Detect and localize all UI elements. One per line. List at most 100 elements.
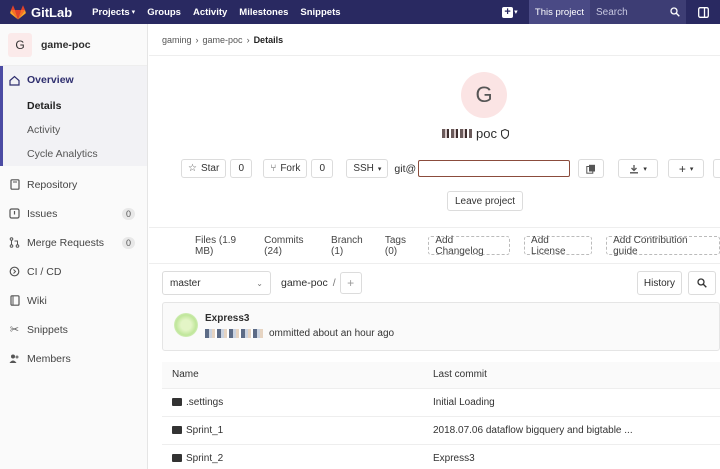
table-row[interactable]: .settings Initial Loading	[162, 388, 720, 417]
sidebar-toggle-button[interactable]	[686, 6, 720, 18]
file-name-cell[interactable]: Sprint_1	[162, 416, 423, 445]
tree-path-root[interactable]: game-poc	[281, 277, 328, 289]
redacted-text	[205, 329, 263, 338]
notification-dropdown-button[interactable]	[713, 159, 720, 178]
clone-url-prefix: git@	[394, 162, 417, 175]
nav-groups[interactable]: Groups	[147, 7, 181, 18]
chevron-down-icon: ▾	[514, 9, 518, 16]
clone-url-input[interactable]	[418, 160, 571, 177]
fork-button[interactable]: ⑂ Fork	[263, 159, 308, 178]
breadcrumb-group-link[interactable]: gaming	[162, 35, 192, 45]
star-button[interactable]: ☆ Star	[181, 159, 227, 178]
download-icon	[630, 164, 639, 174]
sidebar-item-ci-cd[interactable]: CI / CD	[0, 257, 147, 286]
tags-link[interactable]: Tags (0)	[385, 235, 420, 257]
sidebar-subitem-details[interactable]: Details	[3, 94, 147, 118]
search-icon	[670, 7, 680, 17]
new-dropdown-button[interactable]: + ▾	[495, 0, 525, 24]
search-form: This project Search	[528, 0, 686, 24]
file-tree-table: Name Last commit .settings Initial Loadi…	[162, 362, 720, 469]
chevron-down-icon: ▾	[377, 165, 382, 173]
commit-author-avatar[interactable]	[174, 313, 198, 337]
search-icon	[697, 278, 707, 288]
search-placeholder: Search	[596, 6, 628, 18]
merge-request-icon	[9, 237, 20, 248]
sidebar-item-issues[interactable]: Issues 0	[0, 199, 147, 228]
plus-icon: +	[347, 276, 355, 290]
sidebar-project-header[interactable]: G game-poc	[0, 24, 147, 66]
commits-link[interactable]: Commits (24)	[264, 235, 323, 257]
table-header-row: Name Last commit	[162, 362, 720, 389]
table-row[interactable]: Sprint_1 2018.07.06 dataflow bigquery an…	[162, 416, 720, 445]
copy-url-button[interactable]	[578, 159, 605, 178]
sidebar-item-merge-requests[interactable]: Merge Requests 0	[0, 228, 147, 257]
sidebar-item-members[interactable]: Members	[0, 344, 147, 373]
download-dropdown-button[interactable]: ▾	[618, 159, 659, 178]
top-navbar: GitLab Projects ▾ Groups Activity Milesto…	[0, 0, 720, 24]
project-avatar: G	[8, 32, 32, 57]
chevron-down-icon: ▾	[643, 165, 647, 173]
star-icon: ☆	[188, 163, 197, 174]
project-stats-bar: Files (1.9 MB) Commits (24) Branch (1) T…	[149, 227, 720, 264]
last-commit-cell[interactable]: Initial Loading	[423, 388, 720, 417]
path-separator: /	[332, 277, 336, 289]
files-link[interactable]: Files (1.9 MB)	[195, 235, 256, 257]
scissors-icon: ✂	[9, 324, 20, 336]
star-count[interactable]: 0	[230, 159, 253, 178]
plus-square-icon: +	[502, 6, 514, 18]
leave-project-button[interactable]: Leave project	[447, 191, 524, 211]
sidebar-subitem-activity[interactable]: Activity	[3, 118, 147, 142]
last-commit-panel: Express3 ommitted about an hour ago	[162, 302, 720, 351]
nav-milestones[interactable]: Milestones	[239, 7, 288, 18]
nav-snippets[interactable]: Snippets	[300, 7, 340, 18]
users-icon	[9, 353, 20, 364]
copy-icon	[586, 164, 596, 174]
fork-count[interactable]: 0	[311, 159, 334, 178]
chevron-down-icon: ▾	[131, 9, 136, 16]
sidebar-icon	[697, 6, 709, 18]
search-scope-badge[interactable]: This project	[528, 0, 590, 24]
rocket-icon	[9, 266, 20, 277]
sidebar-item-overview[interactable]: Overview	[3, 66, 147, 94]
file-name-cell[interactable]: .settings	[162, 388, 423, 417]
sidebar-item-repository[interactable]: Repository	[0, 170, 147, 199]
nav-activity[interactable]: Activity	[193, 7, 227, 18]
chevron-down-icon: ▾	[689, 165, 694, 173]
clone-protocol-dropdown[interactable]: SSH ▾	[346, 159, 389, 178]
gitlab-home-link[interactable]: GitLab	[10, 5, 72, 20]
last-commit-cell[interactable]: 2018.07.06 dataflow bigquery and bigtabl…	[423, 416, 720, 445]
app-name: GitLab	[31, 4, 73, 20]
main-nav: Projects ▾ Groups Activity Milestones Sni…	[92, 7, 340, 18]
breadcrumb-current: Details	[253, 34, 284, 45]
branches-link[interactable]: Branch (1)	[331, 235, 377, 257]
folder-icon	[172, 397, 182, 406]
commit-time: ommitted about an hour ago	[269, 328, 395, 339]
last-commit-cell[interactable]: Express3	[423, 444, 720, 469]
sidebar-subitem-cycle-analytics[interactable]: Cycle Analytics	[3, 142, 147, 166]
add-to-tree-button[interactable]: +	[339, 272, 362, 294]
project-actions: ☆ Star 0 ⑂ Fork 0 SSH ▾ git@ ▾ + ▾	[181, 159, 720, 178]
nav-right: + ▾ This project Search	[495, 0, 720, 24]
sidebar-project-name: game-poc	[41, 38, 91, 51]
gitlab-logo-icon	[10, 4, 26, 19]
branch-select[interactable]: master ⌄	[162, 271, 271, 295]
merge-requests-count-badge: 0	[121, 236, 135, 249]
sidebar-item-wiki[interactable]: Wiki	[0, 286, 147, 315]
nav-projects[interactable]: Projects ▾	[92, 7, 135, 18]
add-contribution-guide-button[interactable]: Add Contribution guide	[606, 235, 720, 257]
add-dropdown-button[interactable]: + ▾	[668, 159, 705, 178]
commit-title[interactable]: Express3	[205, 313, 249, 324]
breadcrumb-project-link[interactable]: game-poc	[203, 35, 243, 45]
home-icon	[9, 75, 20, 86]
history-button[interactable]: History	[636, 271, 682, 295]
table-row[interactable]: Sprint_2 Express3	[162, 444, 720, 469]
search-input[interactable]: Search	[590, 0, 686, 24]
find-file-button[interactable]	[688, 271, 716, 295]
chevron-right-icon: ›	[195, 34, 199, 45]
issues-icon	[9, 208, 20, 219]
add-license-button[interactable]: Add License	[524, 235, 593, 257]
file-name-cell[interactable]: Sprint_2	[162, 444, 423, 469]
add-changelog-button[interactable]: Add Changelog	[428, 235, 511, 257]
project-title-suffix: poc	[476, 126, 497, 141]
sidebar-item-snippets[interactable]: ✂ Snippets	[0, 315, 147, 344]
